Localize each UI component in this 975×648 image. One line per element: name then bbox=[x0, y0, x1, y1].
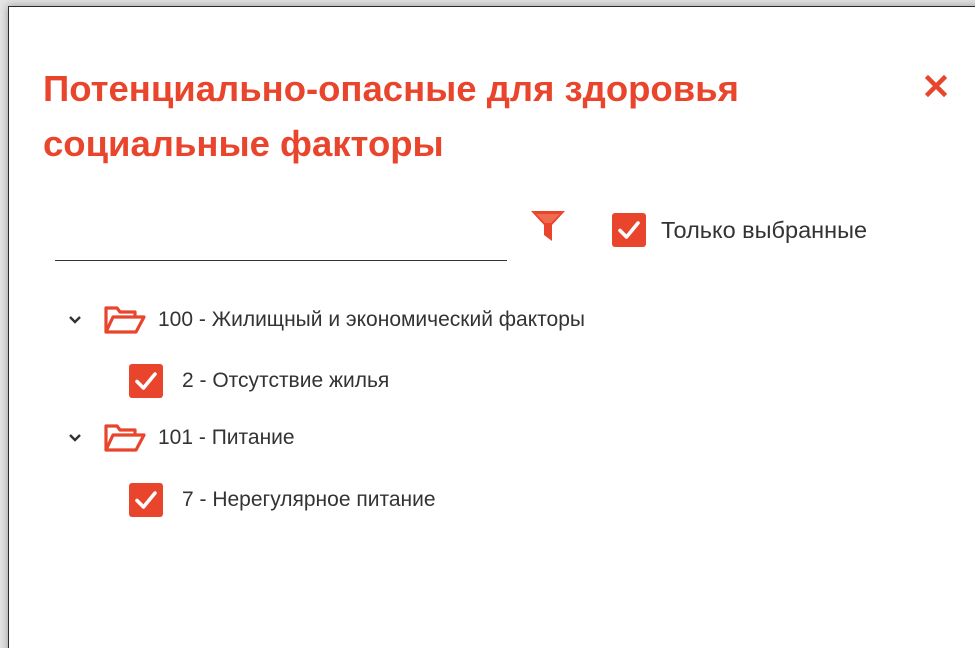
dialog-title: Потенциально-опасные для здоровья социал… bbox=[43, 68, 739, 164]
folder-open-icon bbox=[104, 421, 148, 455]
filter-button[interactable] bbox=[528, 207, 568, 247]
page: Потенциально-опасные для здоровья социал… bbox=[0, 0, 975, 648]
tree-item-label: 7 - Нерегулярное питание bbox=[182, 488, 436, 511]
check-icon bbox=[618, 221, 640, 239]
expand-toggle[interactable] bbox=[62, 425, 88, 451]
search-input[interactable] bbox=[55, 212, 507, 261]
tree-item[interactable]: 7 - Нерегулярное питание bbox=[129, 483, 436, 517]
tree-item[interactable]: 2 - Отсутствие жилья bbox=[129, 364, 389, 398]
chevron-down-icon bbox=[69, 316, 81, 324]
check-icon bbox=[135, 491, 157, 509]
filter-icon bbox=[531, 211, 565, 241]
chevron-down-icon bbox=[69, 434, 81, 442]
tree-group-100: 100 - Жилищный и экономический факторы bbox=[62, 303, 585, 337]
close-button[interactable] bbox=[917, 67, 955, 105]
tree-group-label: 100 - Жилищный и экономический факторы bbox=[158, 308, 585, 331]
only-selected-toggle[interactable]: Только выбранные bbox=[612, 213, 867, 247]
tree-group-101: 101 - Питание bbox=[62, 421, 295, 455]
only-selected-label: Только выбранные bbox=[661, 216, 868, 243]
tree-group-label: 101 - Питание bbox=[158, 426, 295, 449]
check-icon bbox=[135, 372, 157, 390]
item-checkbox[interactable] bbox=[129, 483, 163, 517]
tree-item-label: 2 - Отсутствие жилья bbox=[182, 369, 390, 392]
item-checkbox[interactable] bbox=[129, 364, 163, 398]
close-icon bbox=[925, 75, 947, 97]
folder-open-icon bbox=[104, 303, 148, 337]
dialog: Потенциально-опасные для здоровья социал… bbox=[8, 6, 975, 648]
expand-toggle[interactable] bbox=[62, 307, 88, 333]
only-selected-checkbox[interactable] bbox=[612, 213, 646, 247]
